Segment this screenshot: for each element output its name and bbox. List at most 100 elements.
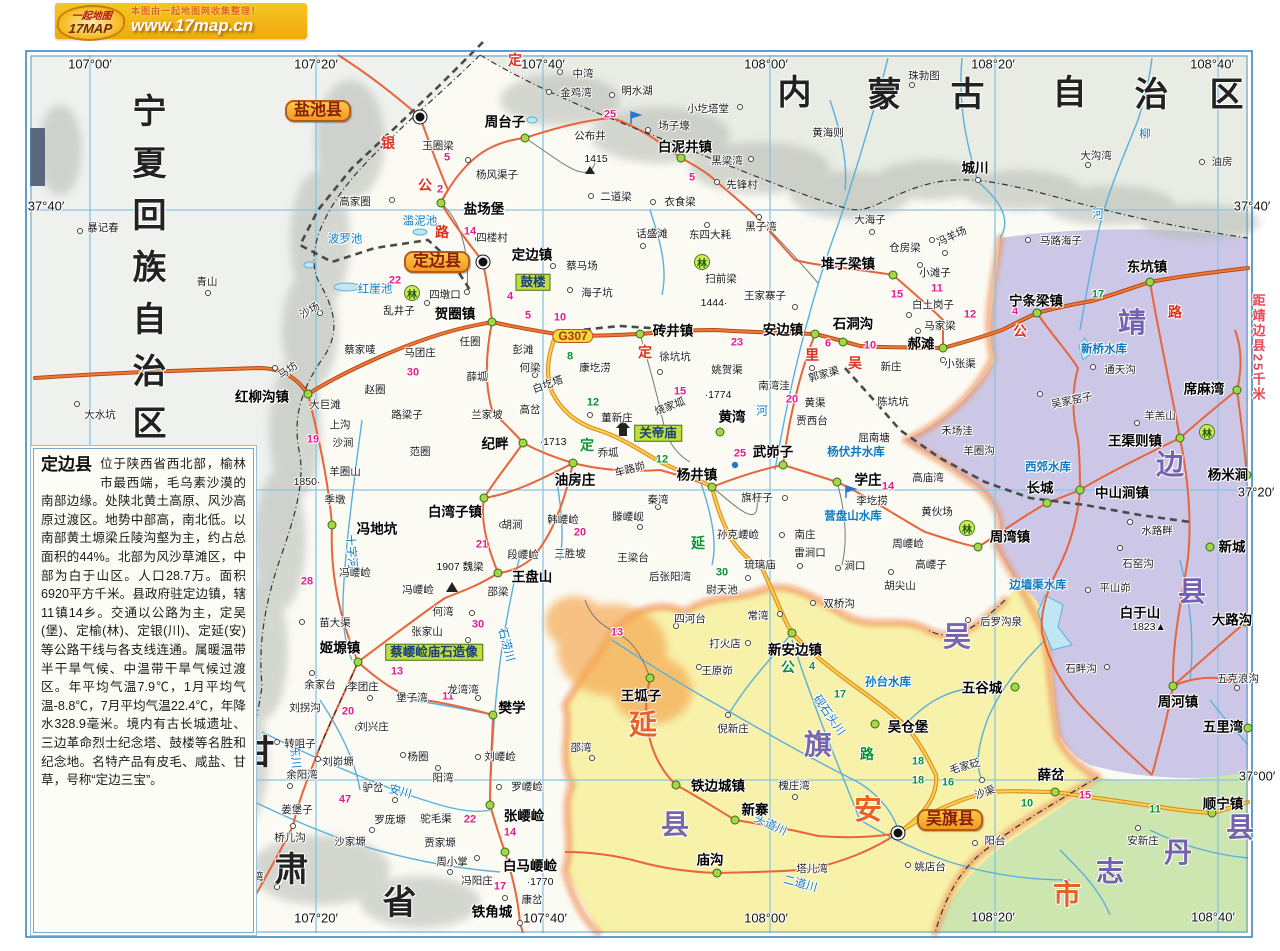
village-label: 珠勃图	[908, 71, 940, 82]
distance-number: 13	[611, 628, 623, 639]
coordinate-label: 37°40′	[28, 200, 65, 213]
province-name: 区	[1210, 78, 1245, 112]
town-label: 冯地坑	[357, 522, 398, 536]
town-label: 周湾镇	[990, 530, 1031, 544]
coordinate-label: 37°40′	[1234, 200, 1271, 213]
village-marker	[77, 228, 83, 234]
village-label: 衣食梁	[664, 197, 696, 208]
distance-number: 14	[504, 828, 516, 839]
city-name-label: 市	[1053, 881, 1081, 909]
river-label: 滥泥池	[403, 216, 438, 228]
village-marker	[567, 287, 573, 293]
elevation-label: 1444·	[701, 298, 728, 309]
village-marker	[835, 565, 841, 571]
village-label: 场子壕	[658, 121, 690, 132]
village-label: 高崾子	[915, 560, 947, 571]
village-marker	[650, 199, 656, 205]
county-name-label: 县	[1226, 814, 1254, 842]
distance-number: 4	[809, 662, 815, 673]
banner-url[interactable]: www.17map.cn	[131, 17, 307, 36]
coordinate-label: 107°00′	[68, 58, 112, 71]
distance-number: 11	[1149, 805, 1161, 816]
distance-number: 5	[444, 153, 450, 164]
distance-number: 15	[891, 290, 903, 301]
village-label: 石畔沟	[1065, 664, 1097, 675]
landmark-badge: 关帝庙	[634, 425, 682, 442]
village-label: 蔡家唛	[344, 345, 376, 356]
province-name: 回	[133, 199, 168, 233]
distance-number: 10	[864, 341, 876, 352]
village-label: 冯崾崄	[402, 585, 434, 596]
town-label: 白泥井镇	[658, 140, 712, 154]
village-label: 胡涧	[502, 520, 523, 531]
village-label: 白土岗子	[912, 300, 954, 311]
town-label: 东坑镇	[1127, 260, 1168, 274]
village-label: 马路海子	[1040, 236, 1082, 247]
village-label: 苗大渠	[319, 618, 351, 629]
town-label: 黄湾	[719, 410, 746, 424]
town-label: 王盘山	[512, 570, 553, 584]
province-name: 省	[383, 886, 418, 920]
river-label: 河	[756, 406, 768, 418]
town-marker	[1011, 683, 1020, 692]
town-label: 石洞沟	[833, 317, 874, 331]
village-label: 何梁	[520, 363, 541, 374]
town-label: 盐场堡	[464, 202, 505, 216]
town-marker	[811, 330, 820, 339]
village-label: 龙湾湾	[447, 685, 479, 696]
village-label: 屈南塘	[858, 433, 890, 444]
village-marker	[869, 229, 875, 235]
town-label: 吴仓堡	[888, 720, 929, 734]
village-label: 塔儿湾	[796, 864, 828, 875]
village-label: 倪新庄	[717, 724, 749, 735]
reservoir-label: 营盘山水库	[824, 511, 882, 523]
village-label: 黑梁湾	[711, 156, 743, 167]
town-marker	[1176, 434, 1185, 443]
town-label: 五谷城	[962, 681, 1003, 695]
town-marker	[713, 869, 722, 878]
distance-number: 5	[525, 311, 531, 322]
village-label: 黄海则	[812, 128, 844, 139]
road-name-char: 公	[1013, 324, 1027, 338]
reservoir-label: 边墙渠水库	[1009, 580, 1067, 592]
town-marker	[833, 478, 842, 487]
town-label: 庙沟	[697, 853, 724, 867]
village-marker	[906, 312, 912, 318]
village-label: 四楼村	[476, 233, 508, 244]
village-marker	[888, 569, 894, 575]
distance-number: 11	[931, 284, 943, 295]
village-marker	[550, 263, 556, 269]
village-label: 四河台	[674, 614, 706, 625]
village-marker	[290, 823, 296, 829]
village-label: 安新庄	[1127, 836, 1159, 847]
map-screenshot: 一起地图 17MAP 本图由一起地图网收集整理！ www.17map.cn 定边…	[0, 0, 1280, 951]
village-marker	[1234, 685, 1240, 691]
town-marker	[486, 801, 495, 810]
town-marker	[494, 569, 503, 578]
village-label: 阳台	[985, 836, 1006, 847]
village-label: 韩崾崄	[547, 515, 579, 526]
distance-number: 5	[689, 173, 695, 184]
county-description-text: 位于陕西省西北部，榆林市最西端，毛乌素沙漠的南部边缘。处陕北黄土高原、风沙高原过…	[41, 457, 246, 787]
distance-number: 25	[734, 449, 746, 460]
village-marker	[475, 754, 481, 760]
town-label: 周台子	[485, 115, 526, 129]
distance-number: 8	[567, 352, 573, 363]
village-marker	[587, 412, 593, 418]
village-marker	[745, 640, 751, 646]
village-marker	[972, 840, 978, 846]
province-name: 蒙	[868, 78, 903, 112]
province-name: 自	[1053, 76, 1088, 110]
province-name: 内	[778, 76, 813, 110]
town-label: 张崾崄	[504, 809, 545, 823]
town-label: 顺宁镇	[1203, 797, 1244, 811]
logo-text-cn: 一起地图	[71, 12, 112, 22]
county-seat-marker	[477, 256, 490, 269]
town-marker	[974, 543, 983, 552]
coordinate-label: 108°00′	[744, 912, 788, 925]
road-name-char: 定	[508, 53, 522, 67]
village-label: 秦湾	[648, 495, 669, 506]
village-label: 中湾	[573, 69, 594, 80]
county-name-label: 旗	[804, 731, 832, 759]
distance-number: 30	[407, 368, 419, 379]
